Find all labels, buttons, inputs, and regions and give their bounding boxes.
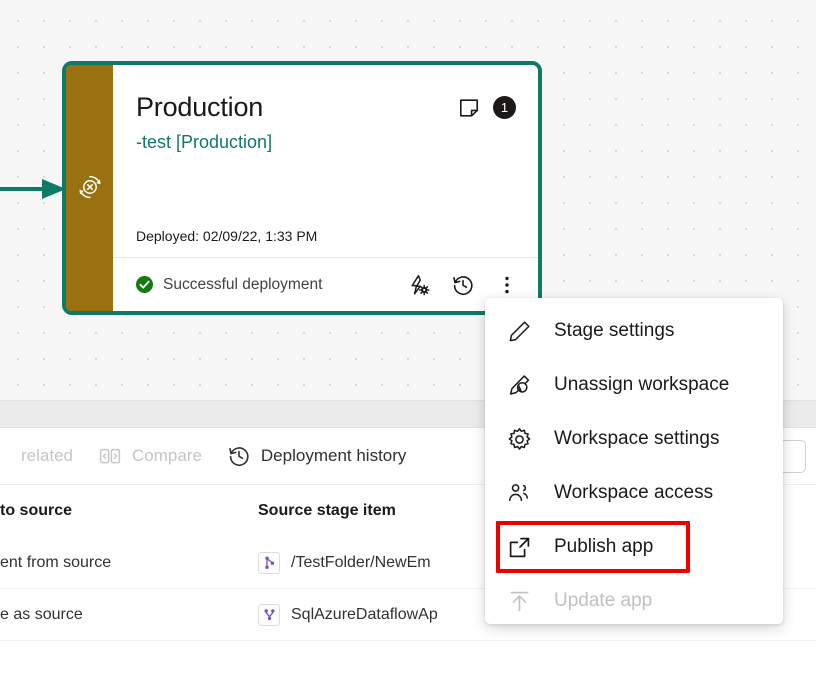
menu-item-label: Workspace access [554,482,713,504]
success-check-icon [136,276,153,293]
dataflow-icon [258,604,280,626]
stage-title-actions: 1 [458,91,516,119]
menu-item-workspace-access[interactable]: Workspace access [485,466,783,520]
page-title: Production [136,91,458,123]
compare-icon [99,445,121,467]
workspace-link[interactable]: -test [Production] [136,130,516,154]
upload-arrow-icon [507,589,532,614]
status-text: Successful deployment [163,276,322,294]
pencil-icon [507,319,532,344]
menu-item-stage-settings[interactable]: Stage settings [485,304,783,358]
external-link-icon [507,535,532,560]
stage-footer-actions [408,274,522,296]
menu-item-label: Workspace settings [554,428,719,450]
cmd-view-related-label: related [21,446,73,466]
menu-item-workspace-settings[interactable]: Workspace settings [485,412,783,466]
deployment-rules-icon[interactable] [408,274,430,296]
cell-compare: ent from source [0,554,258,572]
stage-card-body: Production 1 -test [Production] [113,65,538,311]
gear-icon [507,427,532,452]
deployment-status: Successful deployment [136,276,408,294]
cmd-deployment-history-label: Deployment history [261,446,407,466]
menu-item-publish-app[interactable]: Publish app [485,520,783,574]
menu-item-update-app: Update app [485,574,783,628]
people-icon [507,481,532,506]
status-badge[interactable]: 1 [493,96,516,119]
deployed-timestamp: Deployed: 02/09/22, 1:33 PM [136,228,317,244]
menu-item-label: Update app [554,590,652,612]
history-icon [228,445,250,467]
stage-title-row: Production 1 [136,91,516,123]
source-item-path: /TestFolder/NewEm [291,554,431,572]
stage-context-menu: Stage settings Unassign workspace Worksp… [485,298,783,624]
stage-card-main: Production 1 -test [Production] [113,65,538,257]
cmd-compare-label: Compare [132,446,202,466]
app-root: Production 1 -test [Production] [0,0,816,689]
more-options-icon[interactable] [496,274,518,296]
dataflow-icon [258,552,280,574]
unassign-workspace-icon [507,373,532,398]
cell-compare: e as source [0,606,258,624]
stage-card-production[interactable]: Production 1 -test [Production] [62,61,542,315]
cmd-deployment-history[interactable]: Deployment history [215,428,420,485]
menu-item-label: Stage settings [554,320,674,342]
sync-error-icon [77,174,103,200]
stage-card-footer: Successful deployment [113,257,538,311]
cmd-view-related[interactable]: related [0,428,86,485]
source-item-path: SqlAzureDataflowAp [291,606,438,624]
menu-item-label: Unassign workspace [554,374,729,396]
column-header-compare: to source [0,502,258,520]
stage-rail [66,65,113,311]
cmd-compare[interactable]: Compare [86,428,215,485]
menu-item-label: Publish app [554,536,653,558]
history-icon[interactable] [452,274,474,296]
menu-item-unassign-workspace[interactable]: Unassign workspace [485,358,783,412]
note-icon[interactable] [458,97,480,119]
